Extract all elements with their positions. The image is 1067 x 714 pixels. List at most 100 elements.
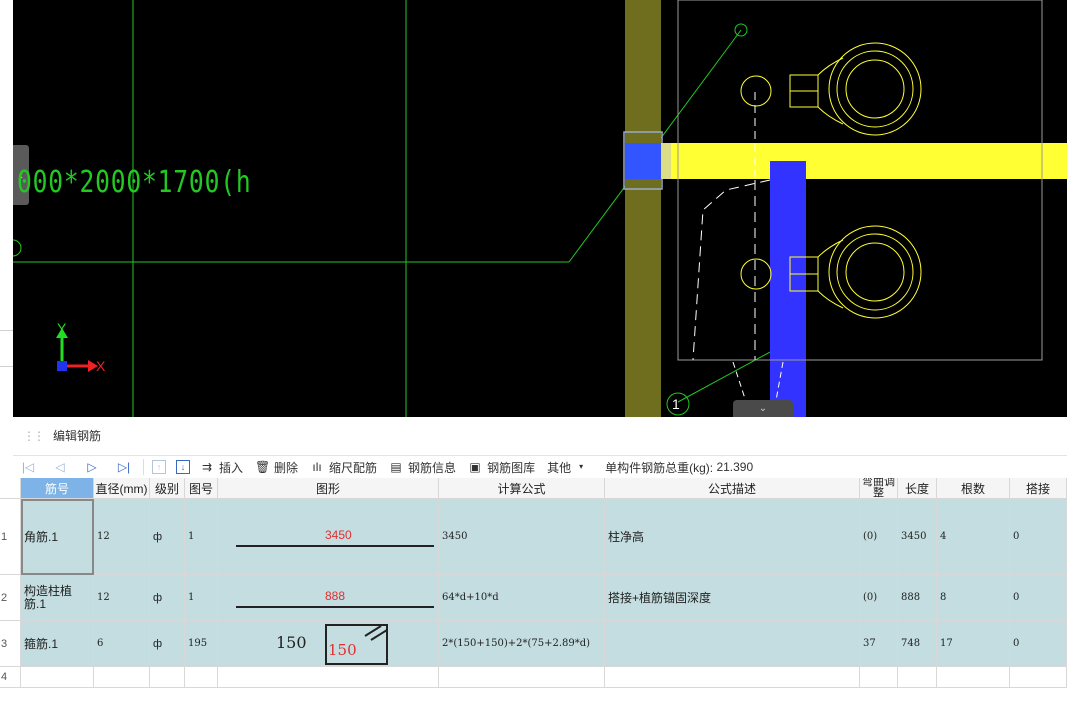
diameter-cell[interactable]: 6 <box>94 621 150 667</box>
col-header[interactable]: 弯曲调整 <box>860 478 898 499</box>
info-list-icon: ▤ <box>390 460 402 474</box>
rebar-library-label: 钢筋图库 <box>487 460 536 475</box>
cad-canvas[interactable]: 1 <box>13 0 1067 417</box>
rebar-library-button[interactable]: ▣ 钢筋图库 <box>468 459 535 476</box>
last-icon: ▷| <box>117 460 131 474</box>
scale-rebar-label: 缩尺配筋 <box>329 460 378 475</box>
bar-name-cell[interactable]: 箍筋.1 <box>21 621 94 667</box>
next-icon: ▷ <box>87 460 97 474</box>
shape-cell[interactable] <box>218 667 439 688</box>
table-row[interactable]: 4 <box>0 667 1067 688</box>
lap-cell[interactable]: 0 <box>1010 499 1067 575</box>
table-row[interactable]: 2 构造柱植筋.1 12 ф 1 888 64*d+10*d 搭接+植筋锚固深度… <box>0 575 1067 621</box>
grade-cell[interactable]: ф <box>150 575 185 621</box>
col-header[interactable]: 公式描述 <box>605 478 860 499</box>
grade-cell[interactable]: ф <box>150 499 185 575</box>
count-cell[interactable]: 17 <box>937 621 1010 667</box>
description-cell[interactable]: 搭接+植筋锚固深度 <box>605 575 860 621</box>
figure-no-cell[interactable]: 195 <box>185 621 218 667</box>
figure-no-cell[interactable] <box>185 667 218 688</box>
bar-name-cell[interactable]: 构造柱植筋.1 <box>21 575 94 621</box>
prev-record-button[interactable]: ◁ <box>45 460 75 474</box>
shape-cell[interactable]: 3450 <box>218 499 439 575</box>
shape-value: 888 <box>325 589 346 603</box>
length-cell[interactable] <box>898 667 937 688</box>
length-cell[interactable]: 3450 <box>898 499 937 575</box>
row-number[interactable]: 2 <box>0 575 21 621</box>
collapse-bottom-button[interactable]: ⌄ <box>733 400 793 417</box>
total-weight: 单构件钢筋总重(kg): 21.390 <box>605 459 753 476</box>
shape-cell[interactable]: 888 <box>218 575 439 621</box>
divider <box>143 459 144 475</box>
table-row[interactable]: 1 角筋.1 12 ф 1 3450 3450 柱净高 (0) 3450 4 0 <box>0 499 1067 575</box>
other-label: 其他 <box>547 460 572 475</box>
table-row[interactable]: 3 箍筋.1 6 ф 195 150 150 2*(150+150)+2*(75… <box>0 621 1067 667</box>
scale-rebar-button[interactable]: ılı 缩尺配筋 <box>310 459 377 476</box>
table-header: 筋号 直径(mm) 级别 图号 图形 计算公式 公式描述 弯曲调整 长度 根数 … <box>0 478 1067 499</box>
description-cell[interactable]: 柱净高 <box>605 499 860 575</box>
formula-cell[interactable]: 64*d+10*d <box>439 575 605 621</box>
col-header[interactable]: 根数 <box>937 478 1010 499</box>
diameter-cell[interactable] <box>94 667 150 688</box>
grade-cell[interactable] <box>150 667 185 688</box>
shape-cell[interactable]: 150 150 <box>218 621 439 667</box>
figure-no-cell[interactable]: 1 <box>185 575 218 621</box>
bar-name-cell[interactable]: 角筋.1 <box>21 499 94 575</box>
straight-bar-shape <box>236 545 434 547</box>
col-header[interactable]: 图形 <box>218 478 439 499</box>
col-header[interactable]: 长度 <box>898 478 937 499</box>
axis-arrows-icon <box>56 328 98 372</box>
description-cell[interactable] <box>605 621 860 667</box>
bend-cell[interactable] <box>860 667 898 688</box>
move-up-button[interactable]: ↑ <box>152 460 166 474</box>
col-header[interactable]: 搭接 <box>1010 478 1067 499</box>
grade-cell[interactable]: ф <box>150 621 185 667</box>
length-cell[interactable]: 748 <box>898 621 937 667</box>
col-header[interactable]: 计算公式 <box>439 478 605 499</box>
diameter-cell[interactable]: 12 <box>94 499 150 575</box>
formula-cell[interactable] <box>439 667 605 688</box>
diameter-cell[interactable]: 12 <box>94 575 150 621</box>
row-number[interactable]: 4 <box>0 667 21 688</box>
insert-label: 插入 <box>219 460 244 475</box>
figure-no-cell[interactable]: 1 <box>185 499 218 575</box>
drag-grip-icon[interactable]: ⋮⋮ <box>23 417 45 455</box>
col-header[interactable]: 筋号 <box>21 478 94 499</box>
count-cell[interactable]: 8 <box>937 575 1010 621</box>
col-header[interactable]: 级别 <box>150 478 185 499</box>
bend-cell[interactable]: (0) <box>860 499 898 575</box>
insert-icon: ⇉ <box>201 460 213 474</box>
cad-drawing <box>13 0 1067 417</box>
delete-button[interactable]: 🗑 删除 <box>255 459 298 476</box>
formula-cell[interactable]: 3450 <box>439 499 605 575</box>
move-down-button[interactable]: ↓ <box>176 460 190 474</box>
count-cell[interactable]: 4 <box>937 499 1010 575</box>
count-cell[interactable] <box>937 667 1010 688</box>
first-record-button[interactable]: |◁ <box>13 460 43 474</box>
image-library-icon: ▣ <box>469 460 481 474</box>
rebar-table: 筋号 直径(mm) 级别 图号 图形 计算公式 公式描述 弯曲调整 长度 根数 … <box>0 478 1067 688</box>
lap-cell[interactable] <box>1010 667 1067 688</box>
other-dropdown[interactable]: 其他 ▾ <box>547 459 593 476</box>
bend-cell[interactable]: (0) <box>860 575 898 621</box>
lap-cell[interactable]: 0 <box>1010 621 1067 667</box>
trash-icon: 🗑 <box>255 460 271 474</box>
description-cell[interactable] <box>605 667 860 688</box>
col-header[interactable]: 直径(mm) <box>94 478 150 499</box>
next-record-button[interactable]: ▷ <box>77 460 107 474</box>
formula-cell[interactable]: 2*(150+150)+2*(75+2.89*d) <box>439 621 605 667</box>
dimension-text: 000*2000*1700(h <box>17 165 252 200</box>
lap-cell[interactable]: 0 <box>1010 575 1067 621</box>
col-header[interactable]: 图号 <box>185 478 218 499</box>
total-weight-label: 单构件钢筋总重(kg): <box>605 460 714 475</box>
insert-button[interactable]: ⇉ 插入 <box>200 459 243 476</box>
bend-cell[interactable]: 37 <box>860 621 898 667</box>
axis-y-label: Y <box>57 320 67 336</box>
row-number[interactable]: 3 <box>0 621 21 667</box>
last-record-button[interactable]: ▷| <box>109 460 139 474</box>
length-cell[interactable]: 888 <box>898 575 937 621</box>
bar-name-cell[interactable] <box>21 667 94 688</box>
rebar-info-button[interactable]: ▤ 钢筋信息 <box>389 459 456 476</box>
shape-value: 150 <box>328 641 357 659</box>
row-number[interactable]: 1 <box>0 499 21 575</box>
